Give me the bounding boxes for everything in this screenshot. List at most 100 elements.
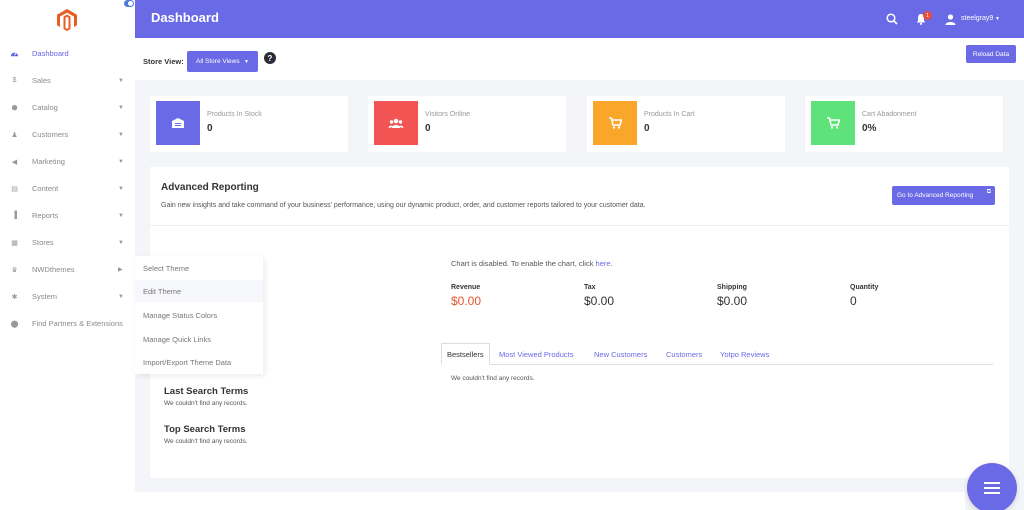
- notification-badge: 1: [923, 11, 932, 20]
- sidebar-item-label: Dashboard: [32, 49, 69, 58]
- megaphone-icon: ◀: [11, 158, 18, 166]
- metric-value: $0.00: [451, 294, 482, 308]
- user-icon[interactable]: [945, 14, 956, 25]
- chart-message-text: Chart is disabled. To enable the chart, …: [451, 259, 596, 268]
- cart-remove-icon: [811, 101, 855, 145]
- stat-title: Visitors Online: [425, 111, 471, 118]
- inventory-icon: [156, 101, 200, 145]
- chevron-down-icon: ▼: [118, 185, 124, 192]
- chevron-down-icon[interactable]: ▼: [995, 16, 1000, 22]
- help-icon[interactable]: ?: [264, 52, 276, 64]
- stat-title: Products In Stock: [207, 111, 262, 118]
- tab-empty-message: We couldn't find any records.: [451, 375, 535, 382]
- sidebar-item-label: NWDthemes: [32, 265, 75, 274]
- sidebar-item-marketing[interactable]: ◀ Marketing ▼: [0, 148, 135, 175]
- submenu-item-manage-status-colors[interactable]: Manage Status Colors: [143, 311, 217, 320]
- sidebar-item-catalog[interactable]: ⬢ Catalog ▼: [0, 94, 135, 121]
- sidebar: Dashboard $ Sales ▼ ⬢ Catalog ▼ ♟ Custom…: [0, 0, 135, 510]
- sidebar-item-label: Content: [32, 184, 59, 193]
- submenu-item-select-theme[interactable]: Select Theme: [143, 264, 189, 273]
- sidebar-item-sales[interactable]: $ Sales ▼: [0, 67, 135, 94]
- stat-card-visitors-online: Visitors Online 0: [368, 96, 566, 152]
- tab-most-viewed-products[interactable]: Most Viewed Products: [499, 343, 573, 365]
- chevron-down-icon: ▼: [118, 77, 124, 84]
- sidebar-item-label: System: [32, 292, 58, 301]
- go-to-advanced-reporting-button[interactable]: Go to Advanced Reporting ⧉: [892, 186, 995, 205]
- sidebar-item-label: Find Partners & Extensions: [32, 319, 123, 328]
- metric-shipping: Shipping $0.00: [717, 284, 747, 308]
- catalog-icon: ⬢: [11, 104, 18, 112]
- metric-value: $0.00: [584, 294, 615, 308]
- store-view-bar: Store View: All Store Views ▼ ? Reload D…: [135, 38, 1024, 80]
- chevron-down-icon: ▼: [244, 58, 249, 65]
- metric-label: Revenue: [451, 284, 481, 291]
- search-icon[interactable]: [886, 13, 898, 25]
- sidebar-item-stores[interactable]: ▦ Stores ▼: [0, 229, 135, 256]
- gear-icon: ✱: [11, 293, 18, 301]
- sidebar-item-label: Stores: [32, 238, 54, 247]
- tab-yotpo-reviews[interactable]: Yotpo Reviews: [720, 343, 769, 365]
- stat-card-products-in-stock: Products In Stock 0: [150, 96, 348, 152]
- sidebar-toggle[interactable]: [124, 0, 134, 7]
- store-icon: ▦: [11, 239, 18, 247]
- username[interactable]: steelgray9: [961, 15, 993, 22]
- submenu-item-edit-theme[interactable]: Edit Theme: [135, 280, 263, 302]
- submenu-item-manage-quick-links[interactable]: Manage Quick Links: [143, 335, 211, 344]
- metric-revenue: Revenue $0.00: [451, 284, 481, 308]
- enable-chart-link[interactable]: here: [596, 259, 611, 268]
- store-view-label: Store View:: [143, 57, 184, 66]
- dashboard-panel: Advanced Reporting Gain new insights and…: [150, 167, 1009, 478]
- stat-card-products-in-cart: Products In Cart 0: [587, 96, 785, 152]
- customers-icon: ♟: [11, 131, 18, 139]
- chart-message-end: .: [610, 259, 613, 268]
- store-view-select[interactable]: All Store Views ▼: [187, 51, 258, 72]
- chevron-down-icon: ▼: [118, 212, 124, 219]
- page-title: Dashboard: [151, 10, 219, 25]
- advanced-reporting-title: Advanced Reporting: [161, 182, 259, 193]
- tab-customers[interactable]: Customers: [666, 343, 702, 365]
- quick-menu-button[interactable]: [967, 463, 1017, 510]
- content-icon: ▤: [11, 185, 18, 193]
- store-view-value: All Store Views: [196, 58, 240, 65]
- tab-bestsellers[interactable]: Bestsellers: [441, 343, 490, 365]
- sidebar-item-reports[interactable]: ▐ Reports ▼: [0, 202, 135, 229]
- submenu-item-import-export-theme-data[interactable]: Import/Export Theme Data: [143, 358, 231, 367]
- chart-disabled-message: Chart is disabled. To enable the chart, …: [451, 259, 613, 268]
- sidebar-item-customers[interactable]: ♟ Customers ▼: [0, 121, 135, 148]
- stat-value: 0: [425, 123, 431, 134]
- sidebar-item-label: Customers: [32, 130, 69, 139]
- chevron-down-icon: ▼: [118, 104, 124, 111]
- sidebar-item-label: Marketing: [32, 157, 65, 166]
- last-search-terms-empty: We couldn't find any records.: [164, 400, 248, 407]
- nwdthemes-submenu: Select Theme Edit Theme Manage Status Co…: [135, 256, 263, 374]
- sidebar-item-label: Catalog: [32, 103, 58, 112]
- users-icon: [374, 101, 418, 145]
- reload-data-button[interactable]: Reload Data: [966, 45, 1016, 63]
- metric-label: Quantity: [850, 284, 879, 291]
- chevron-down-icon: ▼: [118, 158, 124, 165]
- top-header: Dashboard 1 steelgray9 ▼: [135, 0, 1024, 38]
- sidebar-item-find-partners[interactable]: ⬤ Find Partners & Extensions: [0, 310, 135, 337]
- sidebar-item-nwdthemes[interactable]: ♛ NWDthemes ▶: [0, 256, 135, 283]
- top-search-terms-title: Top Search Terms: [164, 424, 246, 435]
- crown-icon: ♛: [11, 266, 18, 274]
- magento-logo-icon[interactable]: [57, 9, 77, 31]
- dollar-icon: $: [12, 77, 17, 84]
- tab-new-customers[interactable]: New Customers: [594, 343, 647, 365]
- sidebar-item-label: Reports: [32, 211, 59, 220]
- chevron-down-icon: ▼: [118, 131, 124, 138]
- stat-title: Cart Abadonment: [862, 111, 917, 118]
- sidebar-item-system[interactable]: ✱ System ▼: [0, 283, 135, 310]
- advanced-reporting-description: Gain new insights and take command of yo…: [161, 202, 646, 209]
- metric-label: Tax: [584, 284, 596, 291]
- stat-value: 0: [207, 123, 213, 134]
- metric-value: $0.00: [717, 294, 748, 308]
- button-label: Go to Advanced Reporting: [897, 192, 974, 199]
- sidebar-item-label: Sales: [32, 76, 51, 85]
- stat-value: 0: [644, 123, 650, 134]
- dashboard-icon: [10, 49, 19, 58]
- external-link-icon: ⧉: [986, 189, 991, 195]
- sidebar-item-content[interactable]: ▤ Content ▼: [0, 175, 135, 202]
- metric-value: 0: [850, 294, 857, 308]
- sidebar-item-dashboard[interactable]: Dashboard: [0, 40, 135, 67]
